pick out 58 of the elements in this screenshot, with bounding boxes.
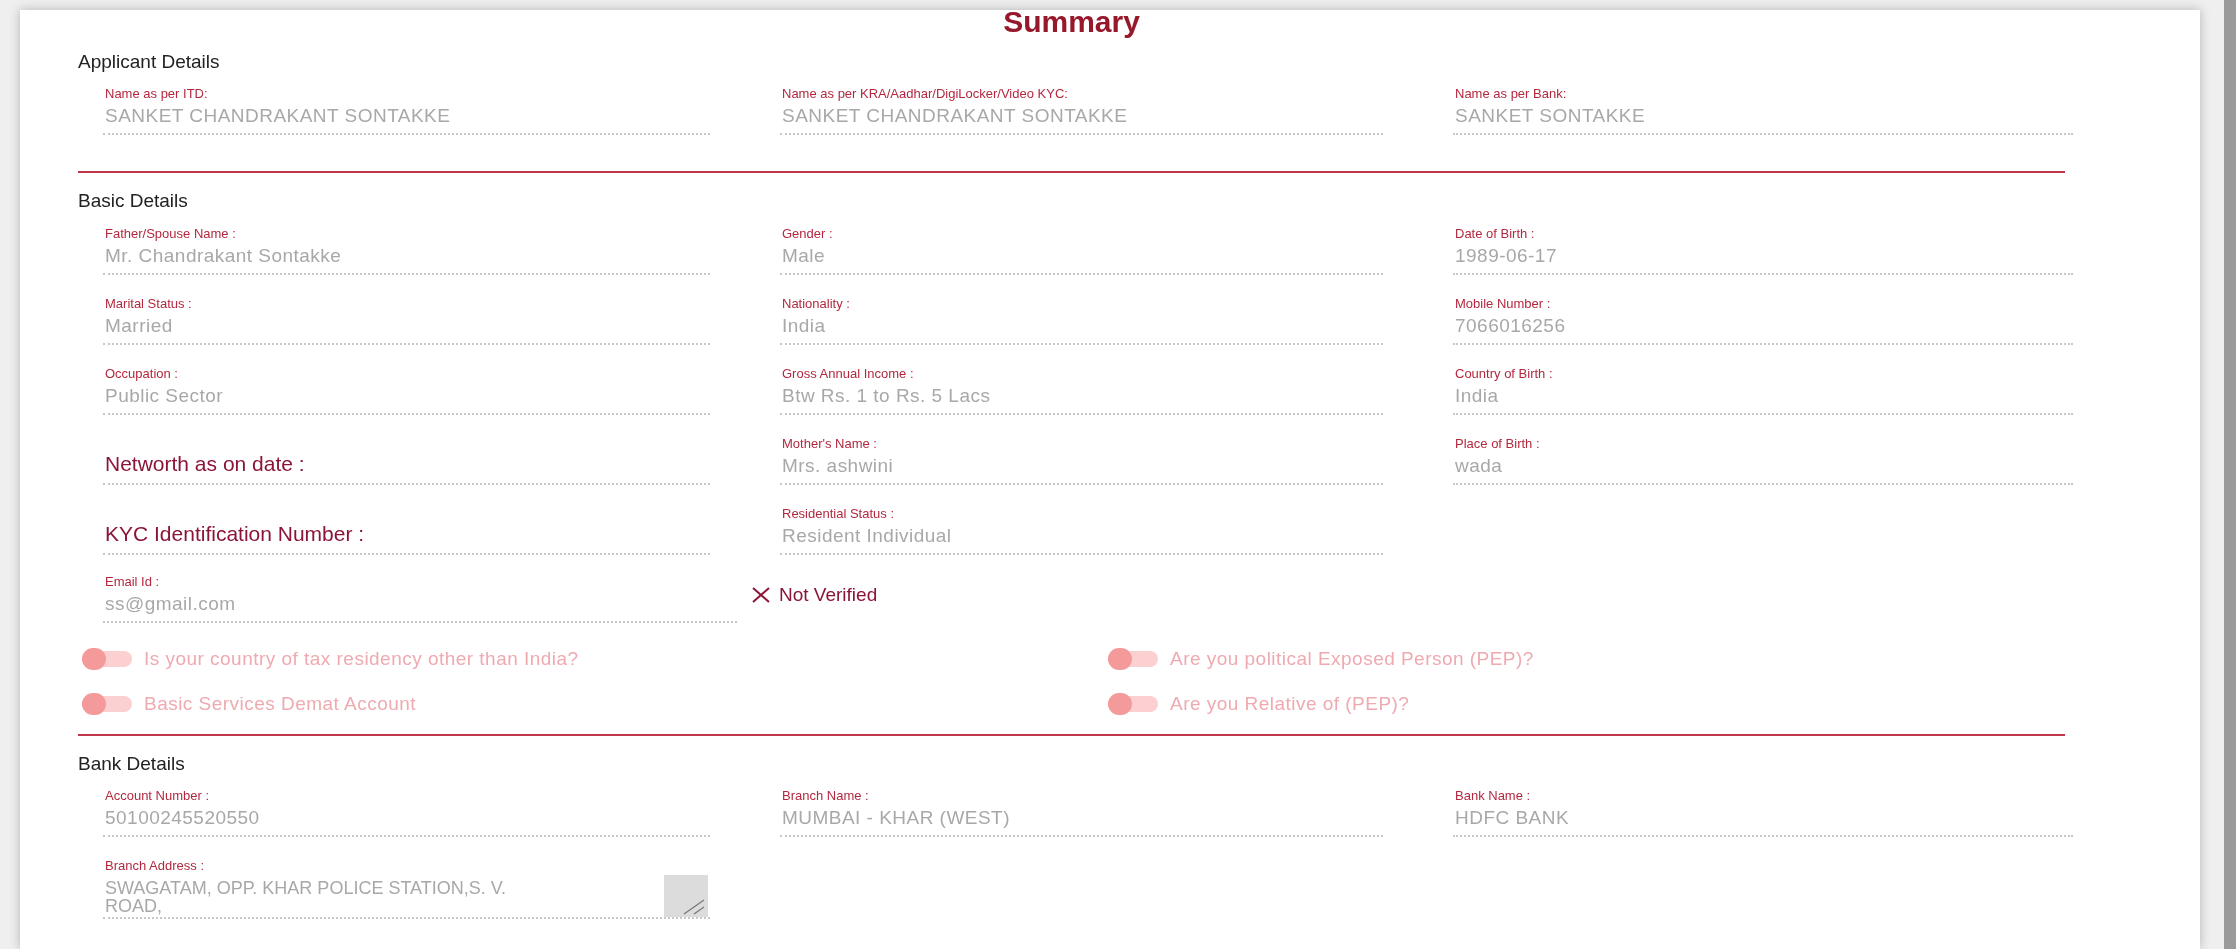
field-value: Public Sector	[105, 384, 224, 408]
field-value: SANKET CHANDRAKANT SONTAKKE	[782, 103, 1128, 128]
field-heading: KYC Identification Number :	[105, 521, 365, 547]
field-label: Country of Birth :	[1455, 365, 1553, 383]
toggle-switch[interactable]	[82, 695, 132, 712]
field-value: 7066016256	[1455, 314, 1566, 338]
field-label: Mother's Name :	[782, 435, 877, 453]
field-label: Name as per KRA/Aadhar/DigiLocker/Video KYC:	[782, 84, 1068, 103]
field-value: SANKET CHANDRAKANT SONTAKKE	[105, 103, 451, 128]
field-value: Male	[782, 244, 826, 268]
field-label: Bank Name :	[1455, 786, 1531, 805]
field-value: MUMBAI - KHAR (WEST)	[782, 805, 1010, 830]
section-heading: Applicant Details	[78, 50, 220, 74]
field-value: wada	[1455, 454, 1503, 478]
field-label: Father/Spouse Name :	[105, 225, 236, 243]
field-label: Email Id :	[105, 573, 160, 591]
field-value: Btw Rs. 1 to Rs. 5 Lacs	[782, 384, 991, 408]
field-label: Branch Name :	[782, 786, 869, 805]
field-value: Resident Individual	[782, 524, 952, 548]
page-title: Summary	[1003, 4, 1140, 40]
field-label: Account Number :	[105, 786, 210, 805]
scrollbar[interactable]	[2224, 0, 2236, 949]
field-value: SANKET SONTAKKE	[1455, 103, 1646, 128]
toggle-label: Are you Relative of (PEP)?	[1170, 691, 1410, 716]
section-heading: Bank Details	[78, 752, 185, 776]
verification-status: Not Verified	[779, 582, 878, 607]
field-label: Gross Annual Income :	[782, 365, 914, 383]
field-value: Married	[105, 314, 173, 338]
field-value: India	[1455, 384, 1499, 408]
field-label: Branch Address :	[105, 856, 204, 875]
toggle-label: Basic Services Demat Account	[144, 691, 417, 716]
field-heading: Networth as on date :	[105, 451, 305, 477]
field-value: Mrs. ashwini	[782, 454, 894, 478]
field-label: Residential Status :	[782, 505, 894, 523]
field-value: 50100245520550	[105, 805, 260, 830]
toggle-switch[interactable]	[82, 651, 132, 668]
cross-icon	[751, 585, 771, 604]
field-value: ss@gmail.com	[105, 592, 236, 616]
field-value: SWAGATAM, OPP. KHAR POLICE STATION,S. V. ROAD,	[105, 878, 508, 917]
field-label: Nationality :	[782, 295, 850, 313]
field-label: Gender :	[782, 225, 833, 243]
field-label: Mobile Number :	[1455, 295, 1551, 313]
resize-handle[interactable]	[664, 874, 708, 917]
toggle-switch[interactable]	[1108, 695, 1158, 712]
field-value: India	[782, 314, 826, 338]
toggle-label: Are you political Exposed Person (PEP)?	[1170, 647, 1534, 671]
field-label: Date of Birth :	[1455, 225, 1535, 243]
field-value: HDFC BANK	[1455, 805, 1570, 830]
field-label: Occupation :	[105, 365, 178, 383]
field-label: Marital Status :	[105, 295, 192, 313]
field-label: Name as per Bank:	[1455, 84, 1567, 103]
section-heading: Basic Details	[78, 188, 188, 213]
toggle-label: Is your country of tax residency other than India?	[144, 647, 579, 671]
field-value: 1989-06-17	[1455, 244, 1557, 268]
field-value: Mr. Chandrakant Sontakke	[105, 244, 342, 268]
field-label: Name as per ITD:	[105, 84, 208, 103]
toggle-switch[interactable]	[1108, 651, 1158, 668]
field-label: Place of Birth :	[1455, 435, 1540, 453]
